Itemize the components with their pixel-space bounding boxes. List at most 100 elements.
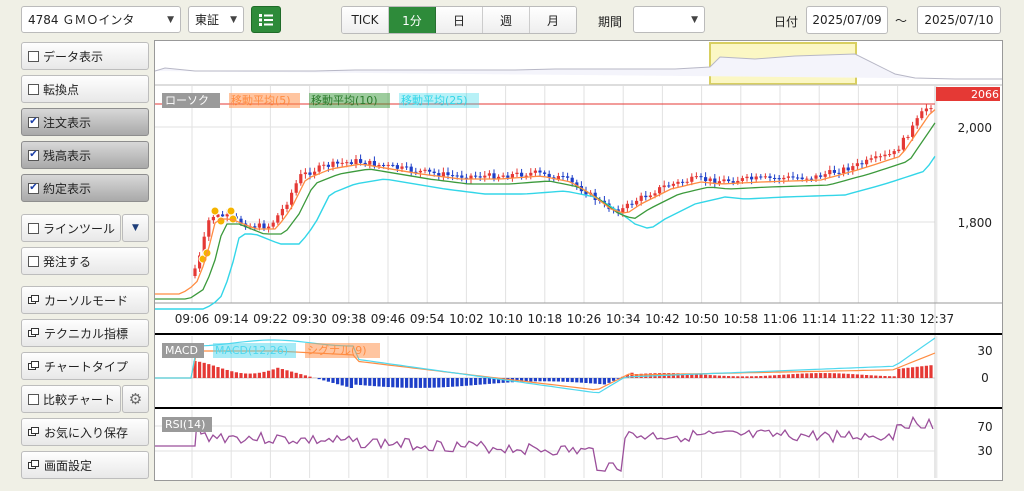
order-display-toggle[interactable]: ✔ 注文表示 <box>21 108 149 136</box>
macd-bar <box>280 369 284 378</box>
candle-body <box>653 193 657 196</box>
rsi-path <box>155 415 934 472</box>
tab-1min[interactable]: 1分 <box>389 7 436 33</box>
compare-chart-settings-button[interactable]: ⚙ <box>122 385 149 413</box>
macd-bar <box>846 373 850 378</box>
period-tabs: TICK 1分 日 週 月 <box>341 6 577 34</box>
x-tick-label: 10:42 <box>645 312 680 326</box>
candle-body <box>317 165 321 172</box>
line-tool-toggle[interactable]: ラインツール <box>21 214 121 242</box>
date-from-input[interactable]: 2025/07/09 <box>806 6 888 34</box>
candle-body <box>409 166 413 172</box>
navigator[interactable] <box>155 41 1002 86</box>
current-price-text: 2066 <box>971 88 999 101</box>
macd-bar <box>303 375 307 378</box>
macd-bar <box>584 378 588 383</box>
candle-body <box>276 215 280 223</box>
x-tick-label: 09:46 <box>371 312 406 326</box>
macd-bar <box>432 378 436 388</box>
chevron-down-icon: ▼ <box>132 223 139 233</box>
x-tick-label: 10:02 <box>449 312 484 326</box>
line-tool-dropdown[interactable]: ▼ <box>122 214 149 242</box>
macd-bar <box>796 373 800 378</box>
macd-bar <box>248 373 252 378</box>
stock-select[interactable]: 4784 ＧＭＯインタ ▼ <box>21 6 181 33</box>
candle-body <box>455 175 459 177</box>
rsi-line <box>155 415 934 472</box>
sidebar-label: ラインツール <box>43 221 116 236</box>
candle-body <box>377 164 381 167</box>
candle-body <box>681 181 685 183</box>
legend-macd-line: MACD(12,26) <box>215 344 288 357</box>
macd-bar <box>851 374 855 378</box>
macd-bar <box>892 376 896 378</box>
macd-bar <box>704 374 708 378</box>
macd-bar <box>736 376 740 378</box>
macd-bar <box>763 375 767 378</box>
date-to-input[interactable]: 2025/07/10 <box>917 6 1001 34</box>
window-icon <box>28 295 40 305</box>
tab-month[interactable]: 月 <box>530 7 576 33</box>
candle-body <box>644 195 648 198</box>
macd-bar <box>832 373 836 378</box>
candle-body <box>745 176 749 179</box>
candle-body <box>819 175 823 177</box>
legend-rsi: RSI(14) <box>165 418 205 431</box>
macd-bar <box>708 375 712 378</box>
candle-body <box>837 172 841 174</box>
candle-body <box>851 166 855 171</box>
execution-display-toggle[interactable]: ✔ 約定表示 <box>21 174 149 202</box>
candle-body <box>474 175 478 177</box>
candle-body <box>676 181 680 184</box>
technical-indicators-button[interactable]: テクニカル指標 <box>21 319 149 347</box>
chart-canvas[interactable]: 2066 ローソク 移動平均(5) 移動平均(10) 移動平均(25) 2,00… <box>155 41 1002 480</box>
cursor-mode-button[interactable]: カーソルモード <box>21 286 149 314</box>
candle-body <box>400 166 404 169</box>
macd-tick-30: 30 <box>977 344 992 358</box>
chart-type-button[interactable]: チャートタイプ <box>21 352 149 380</box>
macd-bar <box>759 375 763 378</box>
x-tick-label: 09:06 <box>175 312 210 326</box>
tab-week[interactable]: 週 <box>483 7 530 33</box>
macd-bar <box>414 378 418 388</box>
market-select[interactable]: 東証 ▼ <box>188 6 244 33</box>
macd-bar <box>782 374 786 378</box>
tab-day[interactable]: 日 <box>436 7 483 33</box>
balance-display-toggle[interactable]: ✔ 残高表示 <box>21 141 149 169</box>
checkbox-icon <box>28 393 39 405</box>
candle-body <box>754 176 758 180</box>
tab-tick[interactable]: TICK <box>342 7 389 33</box>
checkbox-checked-icon: ✔ <box>28 116 39 128</box>
screen-settings-button[interactable]: 画面設定 <box>21 451 149 479</box>
candle-body <box>313 171 317 175</box>
candle-body <box>805 178 809 180</box>
candle-body <box>892 151 896 155</box>
macd-bar <box>929 365 933 378</box>
macd-bar <box>257 372 261 378</box>
candle-body <box>303 172 307 175</box>
compare-chart-toggle[interactable]: 比較チャート <box>21 385 121 413</box>
candle-body <box>340 162 344 164</box>
data-display-toggle[interactable]: データ表示 <box>21 42 149 70</box>
macd-bar <box>363 378 367 386</box>
macd-bar <box>464 378 468 386</box>
macd-bar <box>570 378 574 383</box>
macd-bar <box>377 378 381 387</box>
rsi-tick-70: 70 <box>977 420 992 434</box>
turning-point-toggle[interactable]: 転換点 <box>21 75 149 103</box>
candle-body <box>869 158 873 160</box>
macd-bar <box>809 373 813 378</box>
macd-bar <box>336 378 340 385</box>
candle-body <box>506 175 510 178</box>
candle-body <box>207 220 211 237</box>
period-label: 期間 <box>598 15 623 29</box>
candle-body <box>446 172 450 176</box>
period-select[interactable]: ▼ <box>633 6 705 33</box>
macd-bar <box>400 378 404 388</box>
list-view-button[interactable] <box>251 6 281 33</box>
candle-body <box>428 169 432 172</box>
chart-area[interactable]: 2066 ローソク 移動平均(5) 移動平均(10) 移動平均(25) 2,00… <box>154 40 1003 481</box>
candle-body <box>391 164 395 166</box>
save-favorite-button[interactable]: お気に入り保存 <box>21 418 149 446</box>
place-order-toggle[interactable]: 発注する <box>21 247 149 275</box>
